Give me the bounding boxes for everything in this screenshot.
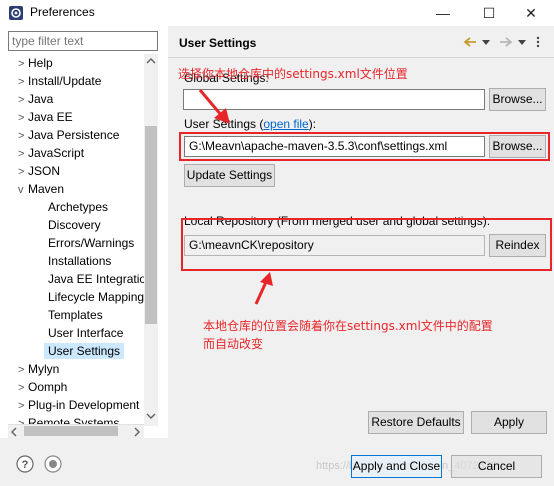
tree-item-installations[interactable]: Installations <box>8 252 144 270</box>
tree-item-help[interactable]: > Help <box>8 54 144 72</box>
view-menu-icon[interactable] <box>533 36 543 48</box>
global-browse-button[interactable]: Browse... <box>489 88 546 111</box>
tree-item-java-ee-integration[interactable]: Java EE Integration <box>8 270 144 288</box>
expand-arrow-icon[interactable]: > <box>18 91 28 108</box>
tree-item-label: Mylyn <box>28 362 60 376</box>
apply-button[interactable]: Apply <box>471 411 547 434</box>
record-macro-icon[interactable] <box>44 455 62 473</box>
tree-item-label: JavaScript <box>28 146 85 160</box>
expand-arrow-icon[interactable]: > <box>18 73 28 90</box>
scroll-down-icon[interactable] <box>146 412 156 420</box>
tree-item-user-settings[interactable]: User Settings <box>8 342 144 360</box>
tree-item-label: Oomph <box>28 380 68 394</box>
user-settings-label-suffix: ): <box>308 117 317 131</box>
update-settings-button[interactable]: Update Settings <box>184 164 275 187</box>
tree-item-label: Discovery <box>48 218 101 232</box>
tree-item-plugin-development[interactable]: > Plug-in Development <box>8 396 144 414</box>
reindex-button[interactable]: Reindex <box>489 234 546 257</box>
back-dropdown-icon[interactable] <box>482 40 490 46</box>
collapse-arrow-icon[interactable]: v <box>18 181 28 198</box>
scroll-right-icon[interactable] <box>133 427 141 437</box>
tree-item-maven[interactable]: v Maven <box>8 180 144 198</box>
local-repository-field: G:\meavnCK\repository <box>184 235 485 256</box>
tree-item-label: Java Persistence <box>28 128 120 142</box>
tree-item-label: Help <box>28 56 53 70</box>
tree-hscroll-thumb[interactable] <box>24 426 118 436</box>
tree-item-label: JSON <box>28 164 61 178</box>
close-button[interactable]: ✕ <box>508 0 554 26</box>
annotation-auto-change-line2: 而自动改变 <box>203 337 264 351</box>
tree-item-label: Java <box>28 92 54 106</box>
page-title: User Settings <box>179 36 257 50</box>
expand-arrow-icon[interactable]: > <box>18 55 28 72</box>
forward-arrow-icon[interactable] <box>498 36 514 48</box>
tree-item-user-interface[interactable]: User Interface <box>8 324 144 342</box>
tree-item-label: User Settings <box>44 343 125 359</box>
scroll-left-icon[interactable] <box>10 427 18 437</box>
tree-item-label: User Interface <box>48 326 124 340</box>
tree-item-archetypes[interactable]: Archetypes <box>8 198 144 216</box>
restore-defaults-button[interactable]: Restore Defaults <box>368 411 464 434</box>
expand-arrow-icon[interactable]: > <box>18 145 28 162</box>
tree-scroll-thumb[interactable] <box>145 126 157 324</box>
tree-item-discovery[interactable]: Discovery <box>8 216 144 234</box>
user-settings-input[interactable]: G:\Meavn\apache-maven-3.5.3\conf\setting… <box>184 136 485 157</box>
tree-item-java-ee[interactable]: > Java EE <box>8 108 144 126</box>
window-title: Preferences <box>30 5 95 19</box>
forward-dropdown-icon[interactable] <box>518 40 526 46</box>
minimize-button[interactable]: — <box>420 0 466 26</box>
expand-arrow-icon[interactable]: > <box>18 127 28 144</box>
help-icon[interactable]: ? <box>16 455 34 473</box>
tree-item-label: Errors/Warnings <box>48 236 135 250</box>
user-browse-button[interactable]: Browse... <box>489 135 546 158</box>
preference-tree: > Help > Install/Update > Java > Java EE > Ja… <box>8 54 144 424</box>
expand-arrow-icon[interactable]: > <box>18 379 28 396</box>
tree-item-java-persistence[interactable]: > Java Persistence <box>8 126 144 144</box>
tree-item-label: Plug-in Development <box>28 398 140 412</box>
maximize-button[interactable]: ☐ <box>466 0 512 26</box>
tree-item-java[interactable]: > Java <box>8 90 144 108</box>
tree-item-templates[interactable]: Templates <box>8 306 144 324</box>
tree-item-label: Installations <box>48 254 112 268</box>
scroll-up-icon[interactable] <box>146 57 156 65</box>
expand-arrow-icon[interactable]: > <box>18 163 28 180</box>
preferences-app-icon <box>9 6 23 20</box>
tree-item-label: Templates <box>48 308 103 322</box>
annotation-auto-change-line1: 本地仓库的位置会随着你在settings.xml文件中的配置 <box>203 319 493 333</box>
tree-item-label: Lifecycle Mapping <box>48 290 144 304</box>
title-bar: Preferences — ☐ ✕ <box>0 0 554 26</box>
tree-item-remote-systems[interactable]: > Remote Systems <box>8 414 144 424</box>
tree-item-oomph[interactable]: > Oomph <box>8 378 144 396</box>
annotation-select-settings: 选择你本地仓库中的settings.xml文件位置 <box>178 67 408 81</box>
expand-arrow-icon[interactable]: > <box>18 109 28 126</box>
tree-item-errors-warnings[interactable]: Errors/Warnings <box>8 234 144 252</box>
apply-and-close-button[interactable]: Apply and Close <box>351 455 442 478</box>
filter-input[interactable] <box>8 31 158 51</box>
annotation-arrow-2 <box>254 272 273 305</box>
tree-item-label: Install/Update <box>28 74 102 88</box>
tree-item-label: Remote Systems <box>28 416 120 424</box>
tree-item-label: Java EE <box>28 110 73 124</box>
tree-item-json[interactable]: > JSON <box>8 162 144 180</box>
tree-item-label: Archetypes <box>48 200 109 214</box>
annotation-arrow-1 <box>198 89 230 124</box>
tree-item-label: Maven <box>28 182 65 196</box>
tree-item-lifecycle-mapping[interactable]: Lifecycle Mapping <box>8 288 144 306</box>
tree-item-mylyn[interactable]: > Mylyn <box>8 360 144 378</box>
cancel-button[interactable]: Cancel <box>451 455 542 478</box>
expand-arrow-icon[interactable]: > <box>18 361 28 378</box>
open-file-link[interactable]: open file <box>263 117 308 131</box>
expand-arrow-icon[interactable]: > <box>18 415 28 424</box>
tree-item-install-update[interactable]: > Install/Update <box>8 72 144 90</box>
tree-item-javascript[interactable]: > JavaScript <box>8 144 144 162</box>
svg-text:?: ? <box>22 459 29 471</box>
expand-arrow-icon[interactable]: > <box>18 397 28 414</box>
tree-item-label: Java EE Integration <box>48 272 144 286</box>
back-arrow-icon[interactable] <box>462 36 478 48</box>
